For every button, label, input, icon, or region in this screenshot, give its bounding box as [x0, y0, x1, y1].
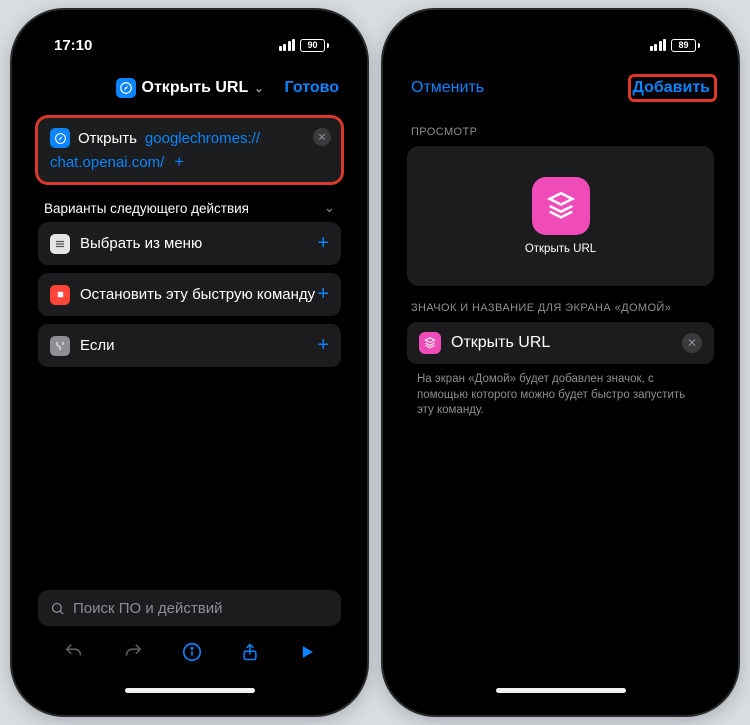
remove-action-button[interactable]: ✕ [313, 128, 331, 146]
preview-label: Открыть URL [525, 243, 596, 255]
shortcut-icon[interactable] [419, 332, 441, 354]
open-url-action-card[interactable]: ✕ Открыть googlechromes:// chat.openai.c… [38, 118, 341, 182]
phone-right: 89 Отменить Добавить ПРОСМОТР Открыть UR… [383, 10, 738, 715]
page-title[interactable]: Открыть URL ⌄ [116, 78, 264, 98]
done-button[interactable]: Готово [285, 79, 339, 97]
add-suggestion-button[interactable]: + [317, 283, 329, 306]
title-text: Открыть URL [142, 79, 249, 97]
suggestions-header[interactable]: Варианты следующего действия ⌄ [38, 196, 341, 222]
run-button[interactable] [297, 642, 317, 662]
add-button[interactable]: Добавить [633, 79, 711, 96]
name-section-caption: ЗНАЧОК И НАЗВАНИЕ ДЛЯ ЭКРАНА «ДОМОЙ» [397, 286, 724, 322]
search-placeholder: Поиск ПО и действий [73, 600, 222, 617]
suggestion-choose-from-menu[interactable]: Выбрать из меню + [38, 222, 341, 265]
url-token-1[interactable]: googlechromes:// [145, 130, 260, 147]
action-verb: Открыть [78, 130, 137, 147]
suggestion-stop-shortcut[interactable]: Остановить эту быструю команду + [38, 273, 341, 316]
stop-icon [50, 285, 70, 305]
shortcut-icon [532, 177, 590, 235]
home-indicator[interactable] [125, 688, 255, 693]
suggestions-title-text: Варианты следующего действия [44, 201, 249, 216]
cellular-icon [279, 39, 296, 51]
bottom-toolbar [38, 632, 341, 676]
safari-icon [50, 128, 70, 148]
name-row[interactable]: ✕ [407, 322, 714, 364]
add-url-variable-button[interactable]: + [174, 152, 184, 172]
undo-button[interactable] [63, 641, 85, 663]
info-button[interactable] [181, 641, 203, 663]
home-indicator[interactable] [496, 688, 626, 693]
share-button[interactable] [240, 641, 260, 663]
notch [478, 24, 643, 52]
suggestion-label: Если [80, 337, 114, 354]
clear-name-button[interactable]: ✕ [682, 333, 702, 353]
url-token-2[interactable]: chat.openai.com/ [50, 154, 164, 171]
search-icon [50, 601, 65, 616]
phone-left: 17:10 90 Открыть URL ⌄ Готово ✕ [12, 10, 367, 715]
preview-box: Открыть URL [407, 146, 714, 286]
list-icon [50, 234, 70, 254]
chevron-down-icon: ⌄ [324, 200, 335, 216]
add-suggestion-button[interactable]: + [317, 232, 329, 255]
help-text: На экран «Домой» будет добавлен значок, … [397, 364, 724, 427]
safari-icon [116, 78, 136, 98]
suggestion-if[interactable]: Если + [38, 324, 341, 367]
search-input[interactable]: Поиск ПО и действий [38, 590, 341, 626]
suggestion-label: Остановить эту быструю команду [80, 286, 315, 303]
cancel-button[interactable]: Отменить [411, 79, 484, 97]
preview-caption: ПРОСМОТР [397, 110, 724, 146]
branch-icon [50, 336, 70, 356]
cellular-icon [650, 39, 667, 51]
add-suggestion-button[interactable]: + [317, 334, 329, 357]
status-time: 17:10 [54, 37, 92, 54]
notch [107, 24, 272, 52]
battery-icon: 89 [671, 39, 700, 52]
shortcut-name-input[interactable] [451, 334, 672, 352]
redo-button[interactable] [122, 641, 144, 663]
suggestion-label: Выбрать из меню [80, 235, 202, 252]
chevron-down-icon: ⌄ [254, 82, 263, 95]
battery-icon: 90 [300, 39, 329, 52]
